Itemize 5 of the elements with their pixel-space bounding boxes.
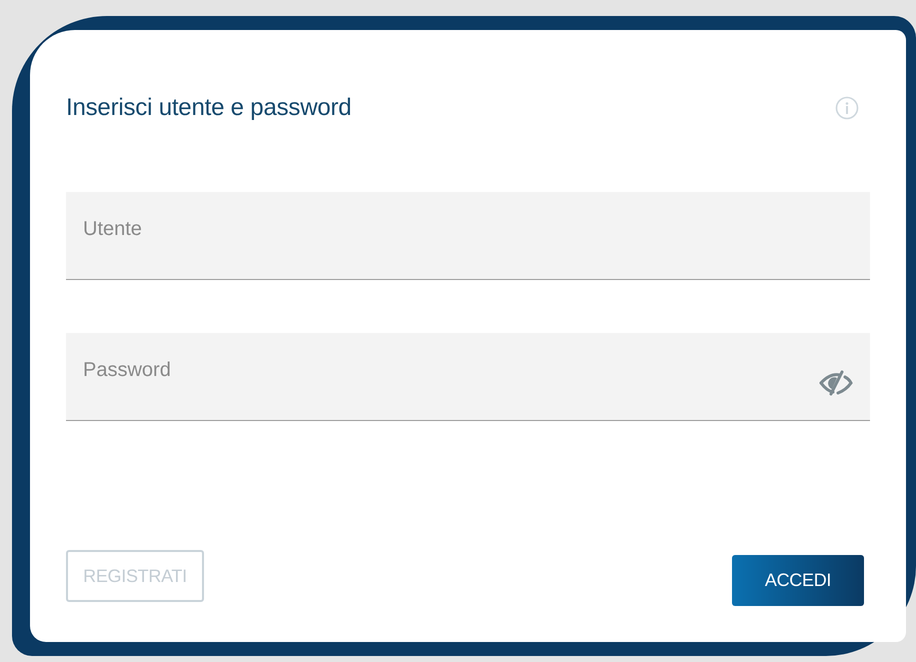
password-field[interactable]: Password: [66, 333, 870, 421]
eye-slash-icon[interactable]: [818, 369, 854, 397]
username-field[interactable]: Utente: [66, 192, 870, 280]
login-button[interactable]: ACCEDI: [732, 555, 864, 606]
dialog-title: Inserisci utente e password: [66, 94, 352, 122]
